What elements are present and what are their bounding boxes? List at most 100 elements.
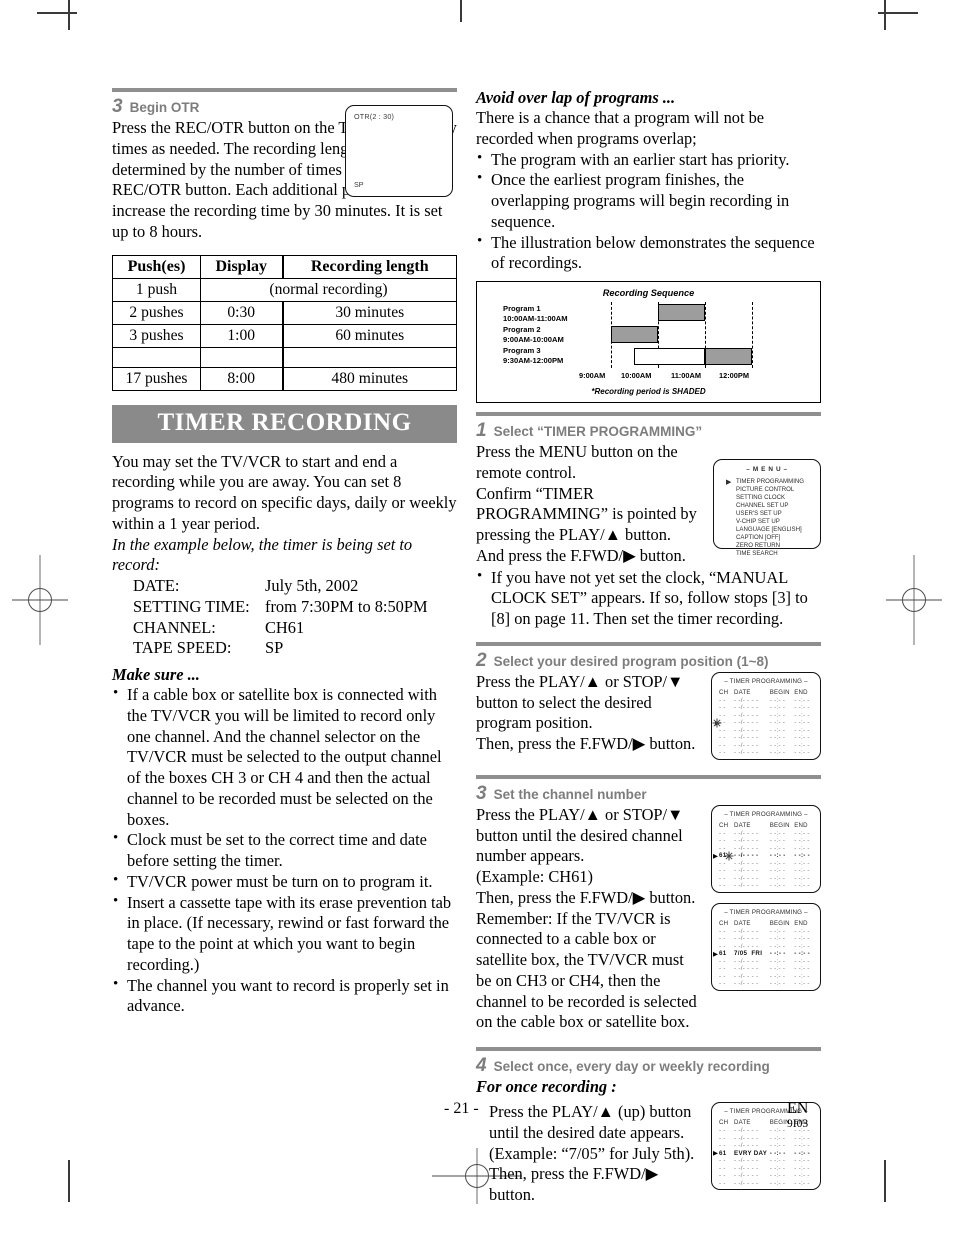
- col-header-end: END: [794, 821, 808, 829]
- col-header-ch: CH: [719, 919, 729, 927]
- bar-program-1: [658, 304, 705, 321]
- axis-tick-label: 12:00PM: [719, 371, 749, 380]
- cell-length: 60 minutes: [281, 323, 457, 348]
- timer-programming-osd-step3a: – TIMER PROGRAMMING – CH DATE BEGIN END …: [711, 804, 821, 893]
- avoid-overlap-list: The program with an earlier start has pr…: [476, 149, 821, 275]
- menu-item[interactable]: V-CHIP SET UP: [736, 518, 820, 526]
- osd-row-list: - - - -/- - - - - -:- - - -:- - - - - -/…: [719, 697, 813, 758]
- table-row: 2 pushes 0:30 30 minutes: [112, 300, 457, 325]
- cell-length-merged: (normal recording): [200, 277, 457, 302]
- axis-tick-label: 10:00AM: [621, 371, 652, 380]
- menu-item[interactable]: USER'S SET UP: [736, 510, 820, 518]
- step1-note-list: If you have not yet set the clock, “MANU…: [476, 566, 821, 630]
- axis-tick-label: 9:00AM: [579, 371, 606, 380]
- list-item: Clock must be set to the correct time an…: [112, 829, 457, 872]
- step4-content: Press the PLAY/▲ (up) button until the d…: [476, 1102, 821, 1206]
- list-item: The illustration below demonstrates the …: [476, 232, 821, 275]
- cell-length: 30 minutes: [281, 300, 457, 325]
- menu-item[interactable]: LANGUAGE [ENGLISH]: [736, 526, 820, 534]
- osd-row[interactable]: - -- -/- - - -- -:- -- -:- -: [719, 981, 813, 989]
- col-header-begin: BEGIN: [769, 688, 790, 696]
- otr-osd-screen: OTR(2 : 30) SP: [345, 105, 453, 197]
- col-header-display: Display: [200, 254, 283, 279]
- step-number: 3: [476, 782, 487, 804]
- axis-tick-label: 11:00AM: [671, 371, 701, 380]
- col-header-ch: CH: [719, 821, 729, 829]
- osd-column-headers: CH DATE BEGIN END: [719, 920, 813, 927]
- blink-indicator-icon: [708, 715, 725, 732]
- list-item: DATE: July 5th, 2002: [133, 576, 457, 597]
- menu-osd-title: – M E N U –: [746, 466, 788, 473]
- step1-content: Press the MENU button on the remote cont…: [476, 442, 821, 567]
- osd-row[interactable]: - - - -/- - - - - -:- - - -:- -: [719, 750, 813, 758]
- cell-display: 0:30: [200, 300, 283, 325]
- step-divider-rule: [476, 412, 821, 416]
- cell-date: - -/- - - -: [734, 749, 759, 757]
- col-header-ch: CH: [719, 688, 729, 696]
- osd-title: – TIMER PROGRAMMING –: [724, 908, 808, 916]
- osd-row[interactable]: - -- -/- - - -- -:- -- -:- -: [719, 1180, 813, 1189]
- setting-value: from 7:30PM to 8:50PM: [265, 596, 428, 616]
- program-label-group: Program 1 10:00AM-11:00AM: [503, 304, 568, 323]
- step3-content: Press the PLAY/▲ or STOP/▼ button until …: [476, 804, 821, 1033]
- setting-key: CHANNEL:: [133, 617, 216, 637]
- manual-page: 3 Begin OTR Press the REC/OTR button on …: [0, 0, 954, 1235]
- step-header-select-timer-programming: 1 Select “TIMER PROGRAMMING”: [476, 421, 821, 440]
- crop-mark-right-upper: [884, 0, 886, 30]
- menu-item[interactable]: SETTING CLOCK: [736, 494, 820, 502]
- table-row: 3 pushes 1:00 60 minutes: [112, 323, 457, 348]
- list-item: The program with an earlier start has pr…: [476, 149, 821, 171]
- language-code: EN: [787, 1100, 809, 1117]
- make-sure-heading: Make sure ...: [112, 665, 200, 684]
- bar-program-3-recorded: [705, 348, 752, 365]
- menu-item[interactable]: TIME SEARCH: [736, 550, 820, 558]
- cell-pushes: 17 pushes: [112, 366, 201, 391]
- setting-key: TAPE SPEED:: [133, 638, 232, 658]
- menu-item[interactable]: CAPTION [OFF]: [736, 534, 820, 542]
- osd-column-headers: CH DATE BEGIN END: [719, 689, 813, 696]
- table-row-blank: [112, 346, 457, 368]
- col-header-date: DATE: [734, 821, 751, 829]
- recording-length-table: Push(es) Display Recording length 1 push…: [112, 254, 457, 391]
- osd-row[interactable]: - -- -/- - - -- -:- -- -:- -: [719, 883, 813, 891]
- step-divider-rule: [476, 774, 821, 779]
- step-header-select-recording-frequency: 4 Select once, every day or weekly recor…: [476, 1056, 821, 1075]
- program-time: 10:00AM-11:00AM: [503, 313, 568, 323]
- cell-ch: - -: [719, 749, 726, 757]
- cell-length: 480 minutes: [281, 366, 457, 391]
- cell-length: [281, 346, 457, 368]
- osd-cursor-icon: ▶: [713, 1150, 718, 1157]
- col-header-date: DATE: [734, 919, 751, 927]
- menu-item[interactable]: ZERO RETURN: [736, 542, 820, 550]
- step2-osd-wrapper: – TIMER PROGRAMMING – CH DATE BEGIN END …: [708, 671, 821, 760]
- osd-row-list: - -- -/- - - -- -:- -- -:- - - -- -/- - …: [719, 928, 813, 989]
- col-header-date: DATE: [734, 688, 751, 696]
- col-header-begin: BEGIN: [769, 919, 790, 927]
- program-time: 9:30AM-12:00PM: [503, 355, 564, 365]
- setting-value: July 5th, 2002: [265, 576, 359, 595]
- list-item: If a cable box or satellite box is conne…: [112, 684, 457, 830]
- program-time: 9:00AM-10:00AM: [503, 334, 564, 344]
- avoid-overlap-paragraph: There is a chance that a program will no…: [476, 108, 765, 148]
- menu-item[interactable]: PICTURE CONTROL: [736, 486, 820, 494]
- col-header-date: DATE: [734, 1119, 751, 1126]
- osd-cursor-icon: ▶: [713, 950, 718, 958]
- menu-item[interactable]: TIMER PROGRAMMING: [736, 478, 820, 486]
- step-title: Select your desired program position (1~…: [493, 653, 769, 669]
- timer-recording-intro: You may set the TV/VCR to start and end …: [112, 451, 457, 533]
- step-number: 2: [476, 649, 487, 671]
- step-header-set-channel-number: 3 Set the channel number: [476, 784, 821, 803]
- list-item: SETTING TIME: from 7:30PM to 8:50PM: [133, 597, 457, 618]
- cell-end: - -:- -: [794, 749, 810, 757]
- col-header-begin: BEGIN: [769, 821, 790, 829]
- menu-pointer-icon: ▶: [726, 479, 732, 486]
- menu-item-list: TIMER PROGRAMMING PICTURE CONTROL SETTIN…: [736, 478, 820, 558]
- list-item: TV/VCR power must be turn on to program …: [112, 871, 457, 893]
- step3-osd-wrapper: – TIMER PROGRAMMING – CH DATE BEGIN END …: [711, 804, 821, 1033]
- menu-item[interactable]: CHANNEL SET UP: [736, 502, 820, 510]
- col-header-end: END: [794, 688, 808, 696]
- program-name: Program 2: [503, 325, 541, 335]
- list-item: If you have not yet set the clock, “MANU…: [476, 566, 821, 630]
- step3-paragraph: Press the PLAY/▲ or STOP/▼ button until …: [476, 804, 697, 1032]
- gridline-12pm: [752, 302, 753, 368]
